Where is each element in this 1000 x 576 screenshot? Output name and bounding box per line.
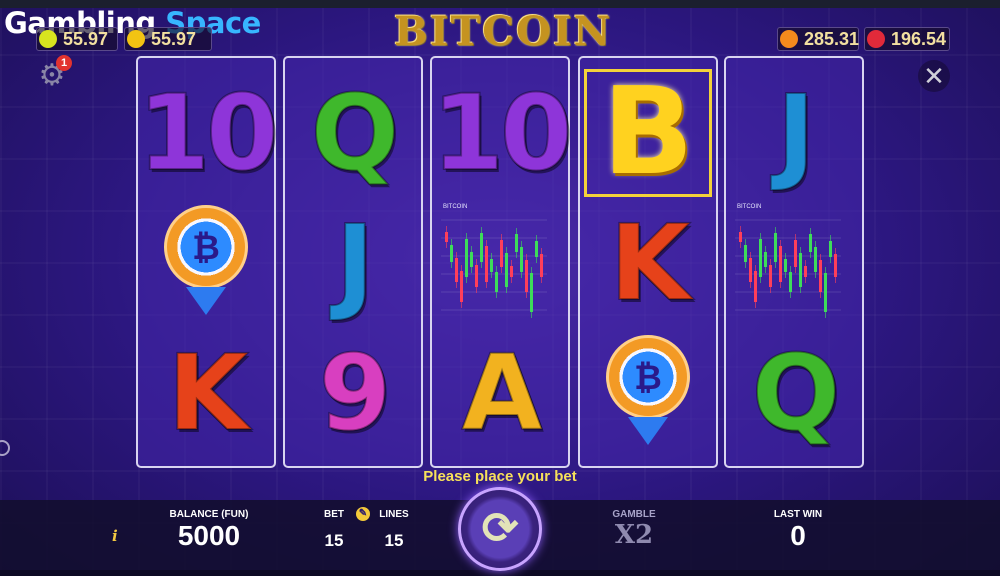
symbol-cell: 9 — [285, 326, 421, 459]
symbol-cell: 10 — [137, 66, 280, 199]
symbol-k: K — [167, 331, 250, 454]
gamble-value[interactable]: X2 — [604, 520, 664, 550]
bitcoin-chip-icon: ₿ — [162, 203, 250, 323]
lemon-icon — [127, 30, 145, 48]
last-win-label: LAST WIN — [773, 509, 823, 520]
symbol-cell: K — [580, 196, 716, 329]
symbol-cell: 10 — [431, 66, 574, 199]
candlestick-graphic — [441, 219, 547, 318]
orange-icon — [780, 30, 798, 48]
symbol-cell: J — [726, 66, 862, 199]
counter-lemon-1: 55.97 — [36, 27, 118, 51]
lemon-icon — [39, 30, 57, 48]
reel-4: B K ₿ — [578, 56, 718, 468]
info-button[interactable]: i — [112, 527, 118, 545]
counter-strawberry: 196.54 — [864, 27, 950, 51]
counter-lemon-2: 55.97 — [124, 27, 212, 51]
chart-symbol-title: BITCOIN — [737, 203, 762, 210]
symbol-cell: A — [432, 326, 568, 459]
counter-value: 55.97 — [151, 28, 197, 49]
bitcoin-symbol-highlighted: B — [584, 68, 712, 197]
lines-label: LINES — [379, 509, 409, 520]
symbol-j: J — [335, 201, 376, 324]
reel-1: 10 ₿ K — [136, 56, 280, 468]
lines-value[interactable]: 15 — [378, 531, 410, 551]
symbol-a: A — [461, 331, 543, 454]
counter-value: 196.54 — [891, 28, 947, 49]
symbol-cell: BITCOIN — [432, 196, 568, 329]
symbol-cell: Q — [726, 326, 862, 459]
bet-value[interactable]: 15 — [318, 531, 350, 551]
reel-5: J BITCOIN Q — [724, 56, 864, 468]
bet-prompt: Please place your bet — [423, 468, 577, 485]
symbol-10: 10 — [137, 71, 280, 194]
symbol-q: Q — [751, 331, 841, 454]
symbol-q: Q — [310, 71, 400, 194]
counter-value: 55.97 — [63, 28, 109, 49]
close-button[interactable]: ✕ — [918, 60, 950, 92]
symbol-cell: B — [580, 66, 716, 199]
candlestick-chart-symbol: BITCOIN — [733, 202, 855, 324]
chart-symbol-title: BITCOIN — [443, 203, 468, 210]
counter-value: 285.31 — [804, 28, 860, 49]
last-win-value: 0 — [790, 520, 806, 551]
reel-2: QJ9 — [283, 56, 423, 468]
symbol-cell: J — [285, 196, 421, 329]
balance-label: BALANCE (FUN) — [169, 509, 249, 520]
candlestick-chart-symbol: BITCOIN — [439, 202, 561, 324]
bet-label: BET — [324, 509, 344, 520]
symbol-cell: BITCOIN — [726, 196, 862, 329]
counter-orange: 285.31 — [777, 27, 859, 51]
symbol-j: J — [776, 71, 817, 194]
chip-label: ₿ — [634, 358, 662, 397]
symbol-cell: ₿ — [138, 196, 274, 329]
symbol-cell: K — [138, 326, 274, 459]
symbol-9: 9 — [318, 331, 392, 454]
candlestick-graphic — [735, 219, 841, 318]
symbol-10: 10 — [431, 71, 574, 194]
spin-button[interactable]: ⟳ — [458, 487, 542, 571]
reel-3: 10 BITCOIN A — [430, 56, 574, 468]
symbol-cell: Q — [285, 66, 421, 199]
pencil-icon[interactable]: ✎ — [356, 507, 370, 521]
game-title: BITCOIN — [394, 8, 613, 55]
refresh-icon: ⟳ — [481, 504, 519, 553]
symbol-k: K — [609, 201, 692, 324]
gamble-label: GAMBLE — [612, 509, 656, 520]
bitcoin-chip-icon: ₿ — [604, 333, 692, 453]
balance-value: 5000 — [177, 520, 241, 551]
symbol-cell: ₿ — [580, 326, 716, 459]
chip-label: ₿ — [192, 228, 220, 267]
notification-badge: 1 — [56, 55, 72, 71]
strawberry-icon — [867, 30, 885, 48]
